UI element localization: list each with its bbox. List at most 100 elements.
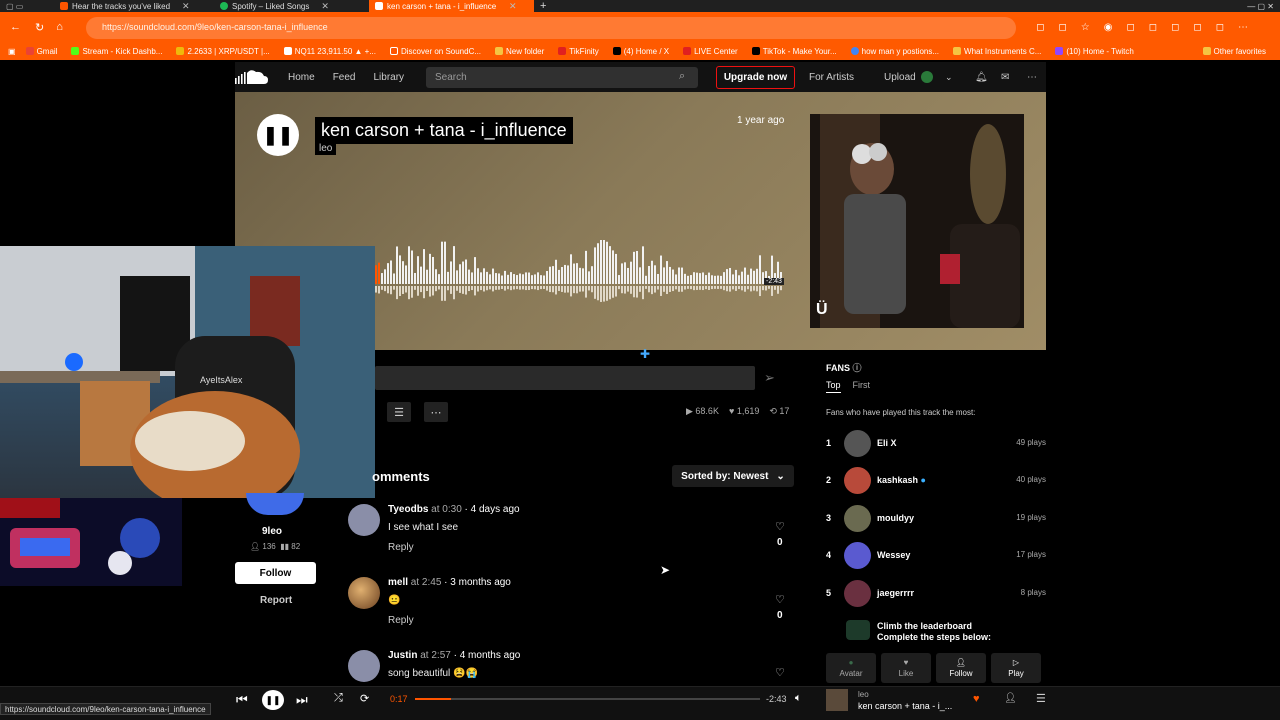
step-avatar[interactable]: ● Avatar (826, 653, 876, 683)
back-icon[interactable]: ← (10, 21, 21, 33)
progress-track[interactable] (415, 698, 760, 700)
browser-tab-1[interactable]: Hear the tracks you've liked ✕ (54, 0, 214, 12)
bookmark-x[interactable]: (4) Home / X (612, 47, 669, 56)
comment-user[interactable]: mell (388, 577, 408, 588)
close-icon[interactable]: ✕ (509, 1, 517, 12)
close-icon[interactable]: ✕ (182, 1, 190, 12)
previous-icon[interactable]: ⏮︎ (236, 692, 248, 708)
waveform-reflection-bar (516, 286, 518, 290)
follow-user-icon[interactable]: 👤︎ (1004, 693, 1017, 704)
comment-avatar[interactable] (348, 504, 380, 536)
comment-avatar[interactable] (348, 577, 380, 609)
uploader-avatar[interactable] (246, 493, 304, 515)
fan-row[interactable]: 4 Wessey 17 plays (826, 542, 1046, 570)
step-play[interactable]: ▷ Play (991, 653, 1041, 683)
report-button[interactable]: Report (260, 595, 292, 606)
comment-user[interactable]: Justin (388, 650, 417, 661)
send-icon[interactable]: ➢ (764, 370, 788, 388)
comment-timestamp[interactable]: 0:30 (442, 504, 461, 515)
pause-button[interactable]: ❚❚ (257, 114, 299, 156)
bookmark-soundcloud[interactable]: Discover on SoundC... (389, 47, 481, 56)
bookmark-new-folder[interactable]: New folder (495, 47, 544, 56)
bookmark-xrp[interactable]: 2.2633 | XRP/USDT |... (176, 47, 270, 56)
bookmark-live-center[interactable]: LIVE Center (683, 47, 738, 56)
comment-avatar[interactable] (348, 650, 380, 682)
fan-row[interactable]: 2 kashkash ● 40 plays (826, 467, 1046, 495)
follow-button[interactable]: Follow (235, 562, 316, 584)
track-artist[interactable]: leo (315, 142, 337, 155)
reply-button[interactable]: Reply (388, 615, 414, 626)
search-icon[interactable]: ⌕ (679, 70, 685, 83)
nav-home[interactable]: Home (279, 72, 324, 83)
comment-timestamp[interactable]: 2:57 (431, 650, 450, 661)
more-icon[interactable]: ⋯ (1027, 72, 1037, 83)
comments-heading: omments (372, 469, 430, 484)
tab-strip-controls[interactable]: ▢ ▭ (0, 0, 54, 12)
bookmark-other-favorites[interactable]: Other favorites (1202, 47, 1266, 56)
next-icon[interactable]: ⏭︎ (296, 692, 308, 708)
upgrade-button[interactable]: Upgrade now (716, 66, 795, 89)
heart-icon[interactable]: ♡ (775, 520, 785, 533)
fan-row[interactable]: 3 mouldyy 19 plays (826, 505, 1046, 533)
tab-top[interactable]: Top (826, 380, 841, 393)
comment-user[interactable]: Tyeodbs (388, 504, 428, 515)
step-follow[interactable]: 👤︎ Follow (936, 653, 986, 683)
url-text[interactable]: https://soundcloud.com/9leo/ken-carson-t… (102, 22, 328, 32)
bookmark-instruments[interactable]: What Instruments C... (953, 47, 1041, 56)
playlist-add-icon[interactable]: ☰ (387, 402, 411, 422)
more-options-icon[interactable]: ⋯ (424, 402, 448, 422)
window-controls[interactable]: — ▢ ✕ (1241, 0, 1280, 12)
fan-avatar (844, 430, 871, 457)
user-avatar[interactable] (921, 71, 933, 83)
chevron-down-icon[interactable]: ⌄ (945, 72, 953, 83)
search-input[interactable]: Search (426, 67, 698, 88)
nav-feed[interactable]: Feed (324, 72, 365, 83)
bookmark-tiktok[interactable]: TikTok - Make Your... (751, 47, 837, 56)
bookmark-twitch[interactable]: (10) Home - Twitch (1055, 47, 1134, 56)
reply-button[interactable]: Reply (388, 542, 414, 553)
waveform[interactable] (375, 240, 783, 306)
waveform-reflection-bar (549, 286, 551, 293)
soundcloud-logo-icon[interactable] (235, 68, 269, 86)
player-pause-button[interactable]: ❚❚ (262, 690, 284, 710)
bell-icon[interactable]: 🔔︎ (975, 72, 988, 83)
nav-for-artists[interactable]: For Artists (800, 72, 863, 83)
queue-icon[interactable]: ☰ (1036, 692, 1046, 705)
waveform-reflection-bar (645, 286, 647, 289)
heart-icon[interactable]: ♡ (775, 593, 785, 606)
mini-cover-art[interactable] (826, 689, 848, 711)
bookmark-kick[interactable]: Stream - Kick Dashb... (71, 47, 162, 56)
fan-row[interactable]: 1 Eli X 49 plays (826, 430, 1046, 458)
bookmark-gmail[interactable]: Gmail (25, 47, 57, 56)
nav-upload[interactable]: Upload (875, 72, 925, 83)
shuffle-icon[interactable]: ⤮ (334, 692, 343, 705)
browser-tab-3-active[interactable]: ken carson + tana - i_influence ✕ (369, 0, 534, 12)
mini-artist[interactable]: leo (858, 690, 869, 699)
heart-icon[interactable]: ♡ (775, 666, 785, 679)
browser-tab-2[interactable]: Spotify – Liked Songs ✕ (214, 0, 369, 12)
comment-input[interactable] (375, 366, 755, 390)
comment-timestamp[interactable]: 2:45 (422, 577, 441, 588)
fan-row[interactable]: 5 jaegerrrr 8 plays (826, 580, 1046, 608)
mail-icon[interactable]: ✉ (1001, 72, 1009, 83)
bookmark-folder-icon[interactable]: ▣ (8, 47, 16, 56)
bookmark-google[interactable]: how man y postions... (850, 47, 939, 56)
uploader-name[interactable]: 9leo (262, 526, 282, 537)
heart-icon[interactable]: ♥ (973, 693, 980, 705)
sort-dropdown[interactable]: Sorted by: Newest ⌄ (672, 465, 794, 487)
home-icon[interactable]: ⌂ (56, 21, 63, 33)
refresh-icon[interactable]: ↻ (35, 21, 44, 34)
info-icon[interactable]: ⓘ (853, 363, 862, 373)
close-icon[interactable]: ✕ (321, 1, 329, 12)
bookmark-nq[interactable]: NQ11 23,911.50 ▲ +... (283, 47, 376, 56)
nav-library[interactable]: Library (364, 72, 413, 83)
repeat-icon[interactable]: ⟳ (360, 692, 369, 705)
step-like[interactable]: ♥ Like (881, 653, 931, 683)
bookmark-tikfinity[interactable]: TikFinity (558, 47, 599, 56)
browser-toolbar-icons[interactable]: ◻◻☆◉◻◻◻◻◻⋯ (1036, 22, 1262, 33)
tab-first[interactable]: First (853, 380, 871, 393)
volume-icon[interactable]: 🔈︎ (795, 692, 802, 705)
mini-title[interactable]: ken carson + tana - i_... (858, 701, 952, 711)
waveform-bar (690, 275, 692, 284)
new-tab-icon[interactable]: + (534, 0, 552, 12)
